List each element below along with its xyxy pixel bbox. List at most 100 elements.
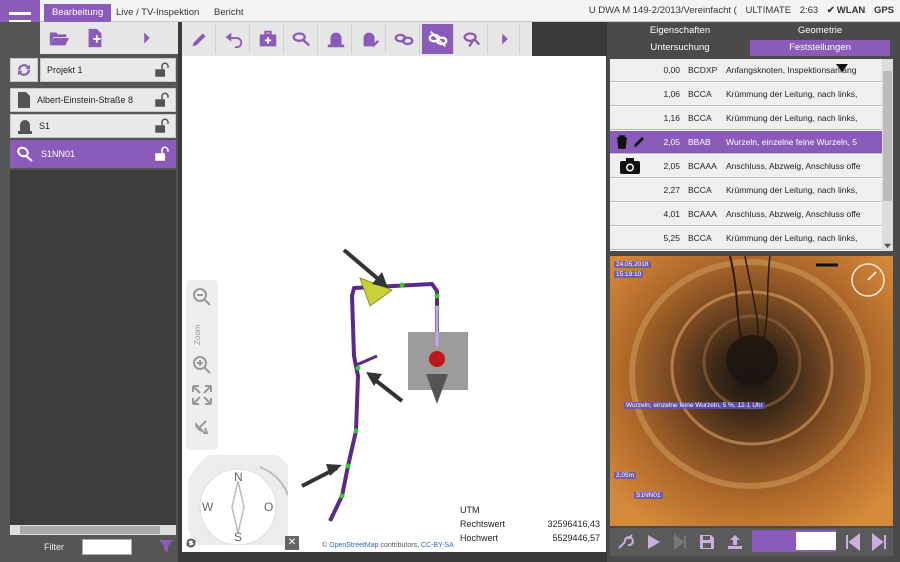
- skip-forward-button[interactable]: [866, 530, 892, 554]
- map-tool-branch-button[interactable]: [456, 24, 488, 54]
- map-tool-link-button[interactable]: [388, 24, 420, 54]
- expand-button[interactable]: [130, 24, 164, 52]
- map-tool-undo-button[interactable]: [218, 24, 250, 54]
- osm-link[interactable]: OpenStreetMap: [329, 542, 378, 549]
- map-tool-manhole-edit-button[interactable]: [354, 24, 386, 54]
- save-button[interactable]: [694, 530, 720, 554]
- scrollbar-thumb[interactable]: [883, 71, 892, 201]
- map-tool-edit-button[interactable]: [184, 24, 216, 54]
- clock-label: 2:63: [799, 5, 819, 16]
- pipe-line[interactable]: [328, 282, 439, 522]
- map-tool-unlink-button[interactable]: [422, 24, 454, 54]
- observation-dist: 2,05: [663, 161, 680, 171]
- observation-code: BCCA: [688, 89, 712, 99]
- camera-icon[interactable]: [619, 157, 641, 175]
- lock-open-icon[interactable]: [153, 92, 171, 108]
- lock-open-icon[interactable]: [153, 118, 171, 134]
- map-tool-manhole-button[interactable]: [320, 24, 352, 54]
- step-button[interactable]: [668, 530, 694, 554]
- observation-row[interactable]: 2,05 BBAB Wurzeln, einzelne feine Wurzeln,…: [610, 131, 882, 154]
- map-tool-toolbox-button[interactable]: [252, 24, 284, 54]
- observation-arrow[interactable]: [301, 464, 342, 488]
- fit-extent-icon[interactable]: [191, 384, 213, 406]
- observation-row[interactable]: 2,05 BCAAA Anschluss, Abzweig, Anschluss o…: [610, 155, 882, 178]
- satellite-dish-icon[interactable]: [191, 414, 213, 436]
- skip-back-button[interactable]: [840, 530, 866, 554]
- camera-position-marker[interactable]: [429, 351, 445, 367]
- filter-icon[interactable]: [158, 538, 174, 554]
- observation-row[interactable]: 5,25 BCCA Krümmung der Leitung, nach links…: [610, 227, 882, 250]
- compass-east: O: [264, 500, 273, 514]
- video-section: S1NN01: [634, 492, 663, 499]
- tab-geometrie[interactable]: Geometrie: [750, 24, 890, 38]
- upload-button[interactable]: [722, 530, 748, 554]
- pipe-tool-icon: [618, 534, 634, 549]
- observation-dist: 2,27: [663, 185, 680, 195]
- observation-row[interactable]: 1,16 BCCA Krümmung der Leitung, nach links…: [610, 107, 882, 130]
- observation-row[interactable]: 2,27 BCCA Krümmung der Leitung, nach links…: [610, 179, 882, 202]
- tools-button[interactable]: [612, 530, 638, 554]
- tree-item-label: Projekt 1: [47, 65, 83, 75]
- observation-code: BCAAA: [688, 209, 717, 219]
- manhole-edit-icon: [363, 32, 379, 48]
- lock-open-icon[interactable]: [153, 146, 171, 162]
- skip-forward-icon: [872, 533, 886, 551]
- upload-icon: [728, 535, 742, 549]
- folder-open-icon: [49, 32, 70, 46]
- close-icon[interactable]: ✕: [285, 536, 299, 550]
- video-caption: Wurzeln, einzelne feine Wurzeln, 5 %, 12…: [624, 402, 765, 409]
- observation-scrollbar[interactable]: [882, 59, 893, 251]
- zoom-in-icon[interactable]: [191, 354, 213, 376]
- observation-desc: Krümmung der Leitung, nach links,: [726, 233, 858, 243]
- pencil-icon[interactable]: [632, 135, 646, 149]
- video-distance: 2,05m: [614, 472, 637, 479]
- tab-feststellungen[interactable]: Feststellungen: [750, 40, 890, 56]
- trash-icon[interactable]: [615, 135, 629, 149]
- tabs-lower: Untersuchung Feststellungen: [610, 40, 890, 56]
- compass-west: W: [202, 500, 214, 514]
- observation-dist: 1,06: [663, 89, 680, 99]
- refresh-button[interactable]: [10, 58, 38, 82]
- pipe-add-icon: [292, 32, 310, 47]
- tab-bericht[interactable]: Bericht: [206, 4, 252, 22]
- tree-item-manhole[interactable]: S1: [10, 114, 176, 138]
- map-tool-pipe-button[interactable]: [286, 24, 318, 54]
- pipe-branch[interactable]: [353, 354, 378, 368]
- tree-item-project[interactable]: Projekt 1: [40, 58, 176, 82]
- utm-title: UTM: [460, 505, 480, 515]
- map-toolbar-more-button[interactable]: [490, 24, 520, 54]
- attribution-text: contributors,: [380, 542, 420, 549]
- observation-row[interactable]: 4,01 BCAAA Anschluss, Abzweig, Anschluss o…: [610, 203, 882, 226]
- utm-coordinates: UTM Rechtswert 32596416,43 Hochwert 552944…: [460, 505, 600, 550]
- compass-north: N: [234, 470, 243, 484]
- play-button[interactable]: [640, 530, 666, 554]
- add-document-button[interactable]: [78, 24, 112, 52]
- compass[interactable]: N W O S: [188, 455, 288, 545]
- sort-desc-icon[interactable]: [836, 64, 848, 72]
- tab-live-tv-inspektion[interactable]: Live / TV-Inspektion: [108, 4, 207, 22]
- tab-untersuchung[interactable]: Untersuchung: [610, 40, 750, 56]
- horizontal-scrollbar[interactable]: [10, 525, 176, 535]
- observation-desc: Krümmung der Leitung, nach links,: [726, 113, 858, 123]
- tree-item-section[interactable]: S1NN01: [10, 140, 176, 168]
- lock-open-icon[interactable]: [153, 62, 171, 78]
- tab-bearbeitung[interactable]: Bearbeitung: [44, 4, 112, 22]
- frame-step-icon: [674, 534, 686, 550]
- zoom-out-icon[interactable]: [191, 286, 213, 308]
- open-folder-button[interactable]: [42, 24, 76, 52]
- map-refresh-icon[interactable]: [184, 536, 198, 550]
- copyright-symbol: ©: [322, 542, 328, 549]
- license-link[interactable]: CC-BY-SA: [421, 542, 454, 549]
- filter-input[interactable]: [82, 539, 132, 555]
- observation-arrow[interactable]: [366, 372, 404, 403]
- hamburger-icon: [9, 12, 31, 15]
- scroll-down-icon[interactable]: [884, 242, 891, 249]
- tree-item-street[interactable]: Albert-Einstein-Straße 8: [10, 88, 176, 112]
- observation-code: BCDXP: [688, 65, 718, 75]
- tab-eigenschaften[interactable]: Eigenschaften: [610, 24, 750, 38]
- video-progress-bar[interactable]: [752, 530, 836, 552]
- observation-row[interactable]: 1,06 BCCA Krümmung der Leitung, nach links…: [610, 83, 882, 106]
- inspection-video[interactable]: 24.05.2018 15:19:10 Wurzeln, einzelne fe…: [610, 256, 893, 526]
- scrollbar-thumb[interactable]: [20, 526, 160, 534]
- observation-row-icons: [610, 227, 650, 249]
